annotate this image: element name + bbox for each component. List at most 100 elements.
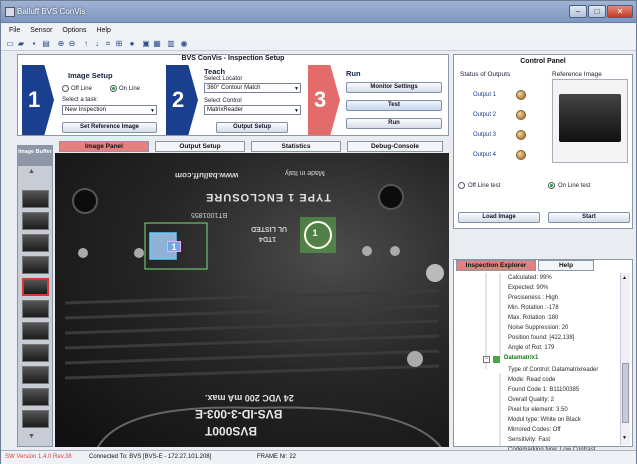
test-button[interactable]: Test: [346, 100, 442, 111]
control-value: MatrixReader: [207, 107, 244, 113]
on-line-test-radio[interactable]: [548, 182, 555, 189]
output-2-led: [516, 110, 526, 120]
mount-hole: [362, 246, 372, 256]
buffer-thumbnail[interactable]: [22, 388, 49, 406]
tree-item[interactable]: Min. Rotation :-178: [508, 305, 559, 311]
download-icon[interactable]: ↓: [92, 39, 102, 49]
tree-item[interactable]: Preciseness : High: [508, 295, 558, 301]
grid-icon[interactable]: ⊞: [114, 39, 124, 49]
tree-item[interactable]: Position found: [422,138]: [508, 335, 574, 341]
image-icon[interactable]: ▦: [152, 39, 162, 49]
menu-file[interactable]: File: [9, 24, 20, 37]
buffer-thumbnail[interactable]: [22, 410, 49, 428]
close-icon[interactable]: ✕: [607, 5, 633, 18]
teach-title: Teach: [204, 67, 226, 76]
collapse-icon[interactable]: −: [483, 356, 490, 363]
image-buffer: Image Buffer ▲ ▼: [17, 145, 53, 447]
tree-node-datamatrix[interactable]: Datamatrix1: [504, 355, 538, 361]
main-tabs: Image Panel Output Setup Statistics Debu…: [53, 141, 449, 152]
on-line-radio[interactable]: [110, 85, 117, 92]
tree-item[interactable]: Max. Rotation :180: [508, 315, 558, 321]
scroll-down-icon[interactable]: ▼: [28, 433, 35, 440]
buffer-thumbnail-selected[interactable]: [22, 278, 49, 296]
mount-hole: [407, 351, 423, 367]
tab-statistics[interactable]: Statistics: [251, 141, 341, 152]
run-button[interactable]: Run: [346, 118, 442, 129]
buffer-thumbnail[interactable]: [22, 366, 49, 384]
tree-item[interactable]: Noise Suppression: 20: [508, 325, 568, 331]
minimize-icon[interactable]: –: [569, 5, 587, 18]
load-image-button[interactable]: Load Image: [458, 212, 540, 223]
scroll-down-icon[interactable]: ▼: [622, 435, 627, 441]
text-serial: BT1001855: [191, 211, 228, 218]
tab-help[interactable]: Help: [538, 260, 594, 271]
housing-ribs: [64, 289, 440, 380]
tree-item[interactable]: Mode: Read code: [508, 377, 555, 383]
output-setup-button[interactable]: Output Setup: [216, 122, 288, 133]
mount-hole: [78, 248, 88, 258]
window-icon[interactable]: ▥: [166, 39, 176, 49]
open-folder-icon[interactable]: ▰: [16, 39, 26, 49]
tab-inspection-explorer[interactable]: Inspection Explorer: [456, 260, 536, 271]
output-3-label: Output 3: [473, 132, 497, 138]
buffer-thumbnail[interactable]: [22, 300, 49, 318]
off-line-test-radio[interactable]: [458, 182, 465, 189]
buffer-thumbnail[interactable]: [22, 344, 49, 362]
scroll-up-icon[interactable]: ▲: [622, 275, 627, 281]
tree-item[interactable]: Calculated: 99%: [508, 275, 552, 281]
tree-item[interactable]: Found Code 1: B11100385: [508, 387, 579, 393]
off-line-radio[interactable]: [62, 85, 69, 92]
save-icon[interactable]: ▪: [29, 39, 39, 49]
scrollbar-thumb[interactable]: [622, 363, 629, 423]
run-title: Run: [346, 69, 361, 78]
zoom-in-icon[interactable]: ⊕: [56, 39, 66, 49]
reference-thumbnail: [559, 94, 621, 142]
tree-item[interactable]: Expected: 90%: [508, 285, 548, 291]
zoom-out-icon[interactable]: ⊖: [67, 39, 77, 49]
camera-image[interactable]: www.balluff.com Made in Italy TYPE 1 ENC…: [55, 153, 449, 447]
tab-image-panel[interactable]: Image Panel: [59, 141, 149, 152]
upload-icon[interactable]: ↑: [81, 39, 91, 49]
camera-icon[interactable]: ●: [127, 39, 137, 49]
buffer-thumbnail[interactable]: [22, 212, 49, 230]
tab-output-setup[interactable]: Output Setup: [155, 141, 245, 152]
locator-select[interactable]: 360° Contour Match ▼: [204, 83, 301, 93]
tab-debug-console[interactable]: Debug-Console: [347, 141, 443, 152]
menu-help[interactable]: Help: [96, 24, 110, 37]
buffer-thumbnail[interactable]: [22, 322, 49, 340]
menu-sensor[interactable]: Sensor: [30, 24, 52, 37]
scroll-up-icon[interactable]: ▲: [28, 168, 35, 175]
tree-item[interactable]: Sensitivity: Fast: [508, 437, 550, 443]
output-1-led: [516, 90, 526, 100]
help-icon[interactable]: ◉: [179, 39, 189, 49]
new-file-icon[interactable]: ▭: [5, 39, 15, 49]
start-button[interactable]: Start: [548, 212, 630, 223]
on-line-label: On Line: [119, 86, 141, 92]
task-select[interactable]: New Inspection ▼: [62, 105, 157, 115]
buffer-thumbnail[interactable]: [22, 234, 49, 252]
sensor-icon[interactable]: ⌗: [103, 39, 113, 49]
inspection-tree: Calculated: 99% Expected: 90% Precisenes…: [456, 273, 620, 457]
buffer-thumbnail[interactable]: [22, 190, 49, 208]
tree-item[interactable]: Modul type: White on Black: [508, 417, 581, 423]
tree-item[interactable]: Pixel for element: 3.50: [508, 407, 568, 413]
buffer-thumbnail[interactable]: [22, 256, 49, 274]
maximize-icon[interactable]: □: [588, 5, 606, 18]
print-icon[interactable]: ▤: [41, 39, 51, 49]
explorer-scrollbar[interactable]: ▲ ▼: [620, 273, 630, 445]
control-select[interactable]: MatrixReader ▼: [204, 105, 301, 115]
tree-item[interactable]: Mirrored Codes: Off: [508, 427, 561, 433]
tree-item[interactable]: Overall Quality: 2: [508, 397, 554, 403]
monitor-settings-button[interactable]: Monitor Settings: [346, 82, 442, 93]
step-2-marker: 2: [166, 65, 198, 135]
setup-header: BVS ConVis - Inspection Setup: [181, 55, 285, 62]
monitor-icon[interactable]: ▣: [141, 39, 151, 49]
tree-item[interactable]: Angle of Rot: 179: [508, 345, 554, 351]
select-task-label: Select a task:: [62, 97, 99, 103]
tree-item[interactable]: Type of Control: Datamatrixreader: [508, 367, 598, 373]
text-voltage: 24 VDC 200 mA max.: [205, 393, 294, 403]
set-reference-image-button[interactable]: Set Reference Image: [62, 122, 157, 133]
output-4-led: [516, 150, 526, 160]
app-icon: [5, 7, 15, 17]
menu-options[interactable]: Options: [62, 24, 86, 37]
